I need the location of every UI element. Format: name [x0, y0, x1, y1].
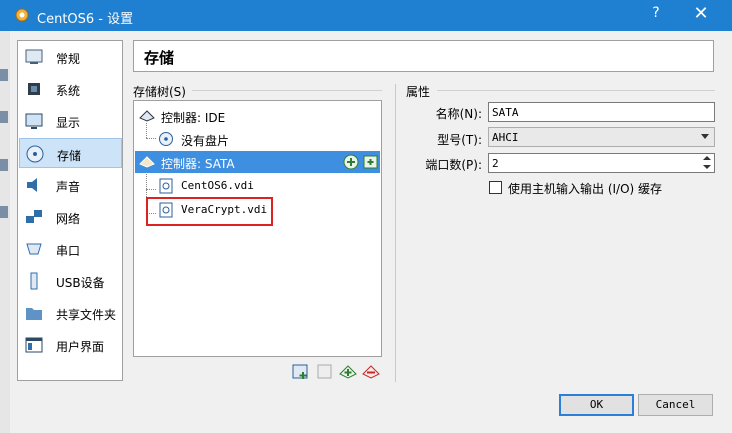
io-cache-checkbox[interactable]: [489, 181, 502, 194]
tree-row-label: 控制器: IDE: [161, 111, 226, 125]
properties-label: 属性: [406, 85, 431, 99]
sidebar-item-label: 常规: [56, 52, 81, 66]
tree-row-sata-controller[interactable]: 控制器: SATA: [135, 151, 380, 173]
sidebar-item-label: USB设备: [56, 276, 105, 290]
add-optical-drive-icon[interactable]: [343, 154, 359, 170]
close-button[interactable]: ✕: [688, 3, 714, 27]
type-select[interactable]: AHCI: [488, 127, 715, 147]
disk-icon: [26, 145, 44, 163]
optical-disc-icon: [159, 132, 173, 146]
chevron-down-icon: [701, 134, 709, 139]
controller-icon: [139, 110, 155, 122]
add-hard-disk-icon[interactable]: [363, 154, 379, 170]
monitor-icon: [25, 113, 43, 129]
sidebar-item-general[interactable]: 常规: [19, 42, 122, 72]
folder-icon: [26, 308, 42, 320]
type-value: AHCI: [492, 131, 519, 144]
network-icon: [26, 210, 42, 223]
add-attachment-icon[interactable]: [339, 363, 357, 381]
ports-label: 端口数(P):: [425, 158, 482, 172]
settings-sidebar: 常规 系统 显示 存储 声音 网络 串口 USB设备 共享文件夹 用户界面: [17, 40, 123, 381]
spin-up-icon[interactable]: [701, 155, 713, 163]
background-window-edge: [0, 31, 10, 433]
sidebar-item-display[interactable]: 显示: [19, 106, 122, 136]
hard-disk-icon: [159, 178, 173, 194]
sidebar-item-shared-folders[interactable]: 共享文件夹: [19, 298, 122, 328]
title-bar: CentOS6 - 设置 ? ✕: [0, 0, 732, 31]
storage-tree[interactable]: 控制器: IDE 没有盘片 控制器: SATA CentOS6.vdi Vera…: [133, 100, 382, 357]
ok-button[interactable]: OK: [559, 394, 634, 416]
sidebar-item-system[interactable]: 系统: [19, 74, 122, 104]
tree-row-label: CentOS6.vdi: [181, 179, 254, 192]
vertical-divider: [395, 84, 396, 382]
section-divider: [192, 90, 382, 91]
speaker-icon: [27, 178, 37, 192]
tree-row-label: 没有盘片: [181, 134, 230, 148]
type-label: 型号(T):: [437, 133, 482, 147]
name-label: 名称(N):: [435, 107, 482, 121]
sidebar-item-label: 共享文件夹: [56, 308, 117, 322]
tree-row-label: 控制器: SATA: [161, 157, 235, 171]
sidebar-item-storage[interactable]: 存储: [19, 138, 122, 168]
sidebar-item-network[interactable]: 网络: [19, 202, 122, 232]
sidebar-item-label: 用户界面: [56, 340, 105, 354]
page-header: 存储: [133, 40, 714, 72]
remove-attachment-icon[interactable]: [362, 363, 380, 381]
sidebar-item-label: 网络: [56, 212, 81, 226]
tree-row-ide-controller[interactable]: 控制器: IDE: [135, 105, 380, 127]
chip-icon: [28, 83, 40, 95]
section-divider: [437, 90, 715, 91]
tree-row-empty-optical[interactable]: 没有盘片: [135, 128, 380, 150]
serial-port-icon: [26, 243, 42, 255]
help-button[interactable]: ?: [644, 5, 668, 25]
name-value: SATA: [492, 106, 519, 119]
ports-spinbox[interactable]: 2: [488, 153, 715, 173]
page-title: 存储: [144, 49, 175, 67]
sidebar-item-serial[interactable]: 串口: [19, 234, 122, 264]
window-title: CentOS6 - 设置: [37, 12, 134, 27]
add-controller-icon[interactable]: [292, 363, 310, 381]
sidebar-item-label: 存储: [57, 149, 82, 163]
sidebar-item-label: 串口: [56, 244, 81, 258]
name-field[interactable]: SATA: [488, 102, 715, 122]
sidebar-item-label: 显示: [56, 116, 81, 130]
tree-row-disk-centos6[interactable]: CentOS6.vdi: [135, 175, 380, 197]
spin-down-icon[interactable]: [701, 163, 713, 171]
ui-icon: [25, 337, 43, 353]
cancel-button[interactable]: Cancel: [638, 394, 713, 416]
usb-icon: [30, 272, 38, 290]
sidebar-item-label: 声音: [56, 180, 81, 194]
gear-icon: [15, 8, 29, 22]
ports-value: 2: [492, 157, 499, 170]
sidebar-item-audio[interactable]: 声音: [19, 170, 122, 200]
remove-controller-icon: [317, 364, 332, 379]
sidebar-item-label: 系统: [56, 84, 81, 98]
storage-tree-label: 存储树(S): [133, 85, 186, 99]
io-cache-label: 使用主机输入输出 (I/O) 缓存: [508, 182, 663, 196]
sidebar-item-user-interface[interactable]: 用户界面: [19, 330, 122, 360]
general-icon: [25, 49, 43, 64]
sidebar-item-usb[interactable]: USB设备: [19, 266, 122, 296]
highlight-annotation-box: [146, 197, 273, 226]
controller-icon: [139, 156, 155, 168]
